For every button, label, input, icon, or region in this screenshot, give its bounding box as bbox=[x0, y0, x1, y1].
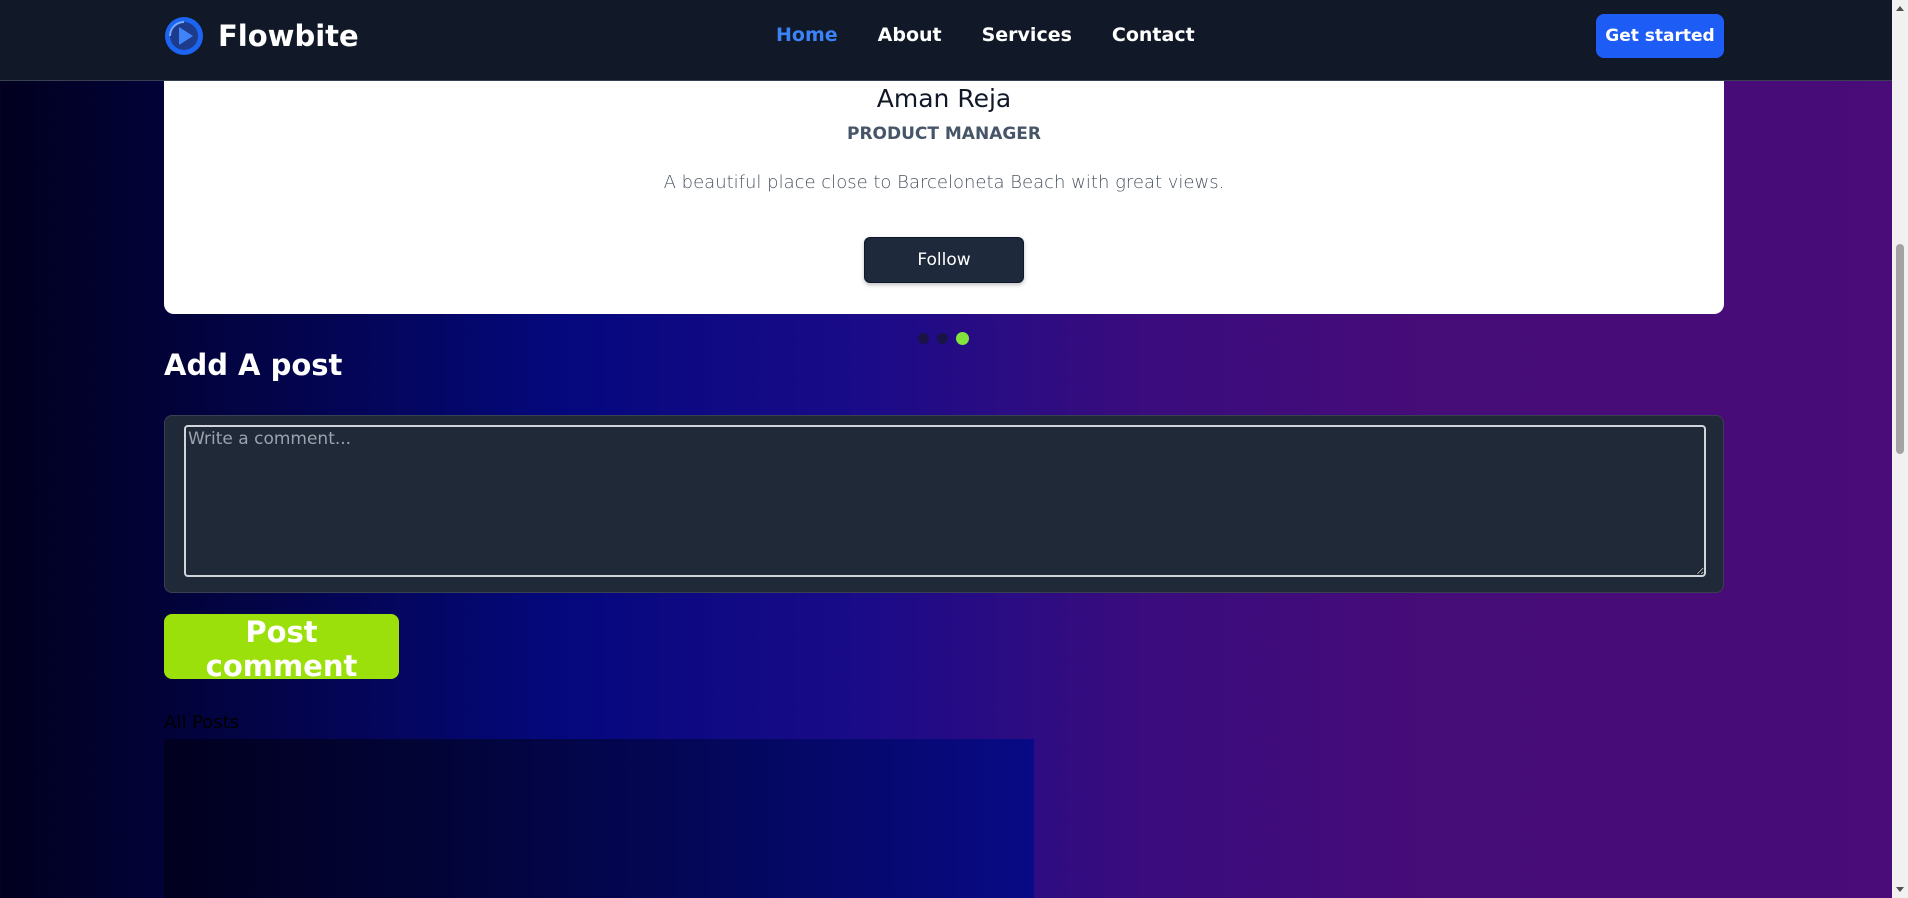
posts-container bbox=[164, 739, 1034, 898]
carousel-dot-2[interactable] bbox=[937, 333, 948, 344]
scroll-up-icon[interactable] bbox=[1896, 6, 1904, 11]
nav-link-services[interactable]: Services bbox=[982, 24, 1072, 46]
post-comment-button[interactable]: Post comment bbox=[164, 614, 399, 683]
profile-name: Aman Reja bbox=[876, 84, 1012, 113]
brand-name: Flowbite bbox=[218, 19, 359, 53]
comment-textarea[interactable] bbox=[184, 425, 1706, 577]
profile-card: Aman Reja PRODUCT MANAGER A beautiful pl… bbox=[164, 60, 1724, 314]
nav-link-about[interactable]: About bbox=[878, 24, 942, 46]
nav-links: Home About Services Contact bbox=[776, 24, 1195, 46]
follow-button[interactable]: Follow bbox=[864, 237, 1024, 283]
scroll-thumb[interactable] bbox=[1896, 244, 1904, 454]
comment-box bbox=[164, 415, 1724, 593]
carousel-dot-1[interactable] bbox=[918, 333, 929, 344]
nav-link-home[interactable]: Home bbox=[776, 24, 838, 46]
profile-role: PRODUCT MANAGER bbox=[846, 124, 1042, 144]
navbar: Flowbite Home About Services Contact Get… bbox=[0, 0, 1892, 81]
page-scrollbar[interactable] bbox=[1892, 0, 1908, 898]
carousel-dot-3[interactable] bbox=[956, 332, 969, 345]
brand[interactable]: Flowbite bbox=[164, 16, 359, 56]
profile-description: A beautiful place close to Barceloneta B… bbox=[663, 172, 1225, 193]
scroll-down-icon[interactable] bbox=[1896, 887, 1904, 892]
add-post-title: Add A post bbox=[164, 348, 343, 382]
nav-link-contact[interactable]: Contact bbox=[1112, 24, 1195, 46]
get-started-button[interactable]: Get started bbox=[1596, 14, 1724, 58]
flowbite-logo-icon bbox=[165, 17, 203, 55]
carousel-indicators bbox=[918, 332, 969, 345]
all-posts-label: All Posts bbox=[164, 712, 240, 733]
